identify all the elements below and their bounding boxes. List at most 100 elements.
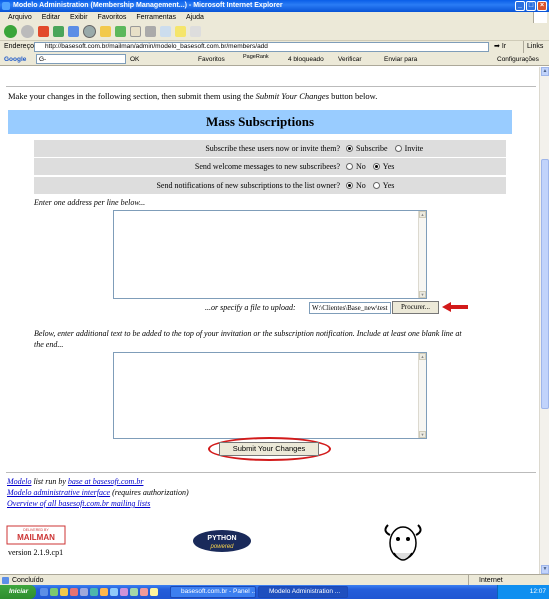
go-button[interactable]: ➡ Ir bbox=[494, 41, 506, 53]
quicklaunch-icon[interactable] bbox=[120, 588, 128, 596]
radio-label: Invite bbox=[404, 144, 424, 153]
go-label: Ir bbox=[501, 43, 507, 50]
invite-text-label-1: Below, enter additional text to be added… bbox=[34, 329, 462, 338]
quicklaunch-icon[interactable] bbox=[90, 588, 98, 596]
window-controls: _ □ × bbox=[515, 1, 547, 11]
overview-link[interactable]: Overview of all basesoft.com.br mailing … bbox=[7, 499, 150, 508]
forward-icon[interactable] bbox=[21, 25, 34, 38]
popup-blocked-button[interactable]: 4 bloqueado bbox=[288, 53, 324, 66]
menu-arquivo[interactable]: Arquivo bbox=[8, 12, 32, 23]
radio-label: Yes bbox=[382, 181, 395, 190]
textarea-scrollbar[interactable]: ▲ ▼ bbox=[418, 353, 426, 438]
quicklaunch-icon[interactable] bbox=[70, 588, 78, 596]
quicklaunch-icon[interactable] bbox=[60, 588, 68, 596]
quicklaunch-ie-icon[interactable] bbox=[40, 588, 48, 596]
radio-invite[interactable] bbox=[394, 145, 402, 152]
option-question: Send notifications of new subscriptions … bbox=[156, 181, 340, 190]
list-link[interactable]: Modelo bbox=[7, 477, 31, 486]
mailman-small-text: DELIVERED BY bbox=[23, 528, 49, 532]
scroll-thumb[interactable] bbox=[541, 159, 549, 409]
mailman-logo[interactable]: DELIVERED BY MAILMAN bbox=[6, 525, 66, 545]
option-row-welcome: Send welcome messages to new subscribees… bbox=[34, 158, 506, 175]
quicklaunch-icon[interactable] bbox=[130, 588, 138, 596]
textarea-scrollbar[interactable]: ▲ ▼ bbox=[418, 211, 426, 298]
google-search-input[interactable]: G- bbox=[36, 54, 126, 64]
search-icon[interactable] bbox=[83, 25, 96, 38]
page-done-icon bbox=[2, 577, 9, 584]
page-scrollbar[interactable]: ▲ ▼ bbox=[539, 67, 549, 574]
intro-text: Make your changes in the following secti… bbox=[8, 91, 377, 101]
scroll-up-button[interactable]: ▲ bbox=[541, 67, 549, 76]
owner-link[interactable]: base at basesoft.com.br bbox=[68, 477, 144, 486]
research-icon[interactable] bbox=[190, 26, 201, 37]
quicklaunch-icon[interactable] bbox=[150, 588, 158, 596]
radio-welcome-no[interactable] bbox=[346, 163, 353, 170]
submit-button[interactable]: Submit Your Changes bbox=[219, 442, 319, 456]
maximize-button[interactable]: □ bbox=[526, 1, 536, 11]
settings-button[interactable]: Configurações bbox=[497, 53, 539, 66]
admin-interface-link[interactable]: Modelo administrative interface bbox=[7, 488, 110, 497]
menu-ferramentas[interactable]: Ferramentas bbox=[136, 12, 176, 23]
home-icon[interactable] bbox=[68, 26, 79, 37]
print-icon[interactable] bbox=[145, 26, 156, 37]
radio-welcome-yes[interactable] bbox=[372, 163, 380, 170]
taskbar-item-panel[interactable]: basesoft.com.br - Panel ... bbox=[170, 586, 256, 598]
window-titlebar[interactable]: Modelo Administration (Membership Manage… bbox=[0, 0, 549, 12]
quicklaunch-icon[interactable] bbox=[80, 588, 88, 596]
radio-subscribe[interactable] bbox=[346, 145, 353, 152]
close-button[interactable]: × bbox=[537, 1, 547, 11]
radio-notify-no[interactable] bbox=[346, 182, 353, 189]
scroll-down-button[interactable]: ▼ bbox=[541, 565, 549, 574]
footer-admin-interface: Modelo administrative interface (require… bbox=[7, 488, 189, 497]
spellcheck-button[interactable]: Verificar bbox=[338, 53, 361, 66]
menu-editar[interactable]: Editar bbox=[42, 12, 60, 23]
ie-icon bbox=[2, 2, 10, 10]
browser-toolbar bbox=[0, 23, 549, 41]
option-row-notify: Send notifications of new subscriptions … bbox=[34, 177, 506, 194]
gnu-logo[interactable] bbox=[380, 517, 426, 569]
browse-button[interactable]: Procurer... bbox=[392, 301, 439, 314]
status-bar: Concluído Internet bbox=[0, 574, 549, 586]
start-button[interactable]: Iniciar bbox=[0, 585, 36, 599]
python-logo-text-1: PYTHON bbox=[207, 535, 236, 542]
radio-label: No bbox=[356, 162, 366, 171]
address-list-label: Enter one address per line below... bbox=[34, 198, 146, 207]
mail-icon[interactable] bbox=[130, 26, 141, 37]
google-logo: Google bbox=[4, 56, 27, 63]
option-question: Subscribe these users now or invite them… bbox=[205, 144, 340, 153]
quicklaunch-icon[interactable] bbox=[140, 588, 148, 596]
quicklaunch-icon[interactable] bbox=[100, 588, 108, 596]
favorites-button[interactable]: Favoritos bbox=[198, 53, 225, 66]
taskbar-item-modelo[interactable]: Modelo Administration ... bbox=[258, 586, 348, 598]
edit-icon[interactable] bbox=[160, 26, 171, 37]
refresh-icon[interactable] bbox=[53, 26, 64, 37]
history-icon[interactable] bbox=[115, 26, 126, 37]
version-text: version 2.1.9.cp1 bbox=[8, 548, 64, 557]
google-ok-button[interactable]: OK bbox=[130, 53, 139, 66]
radio-notify-yes[interactable] bbox=[372, 182, 380, 189]
clock[interactable]: 12:07 bbox=[530, 588, 546, 595]
links-button[interactable]: Links bbox=[523, 41, 543, 53]
pagerank-indicator: PageRank bbox=[243, 54, 269, 60]
send-to-button[interactable]: Enviar para bbox=[384, 53, 417, 66]
address-list-textarea[interactable]: ▲ ▼ bbox=[113, 210, 427, 299]
invite-text-textarea[interactable]: ▲ ▼ bbox=[113, 352, 427, 439]
quicklaunch-icon[interactable] bbox=[110, 588, 118, 596]
messenger-icon[interactable] bbox=[175, 26, 186, 37]
minimize-button[interactable]: _ bbox=[515, 1, 525, 11]
divider bbox=[6, 86, 536, 87]
quicklaunch-icon[interactable] bbox=[50, 588, 58, 596]
menu-exibir[interactable]: Exibir bbox=[70, 12, 88, 23]
menu-favoritos[interactable]: Favoritos bbox=[98, 12, 127, 23]
address-bar: Endereço http://basesoft.com.br/mailman/… bbox=[0, 41, 549, 53]
menu-ajuda[interactable]: Ajuda bbox=[186, 12, 204, 23]
radio-label: No bbox=[356, 181, 366, 190]
python-powered-logo[interactable]: PYTHON powered bbox=[192, 529, 252, 553]
footer-text: (requires authorization) bbox=[110, 488, 189, 497]
intro-before: Make your changes in the following secti… bbox=[8, 91, 256, 101]
favorites-icon[interactable] bbox=[100, 26, 111, 37]
file-upload-input[interactable]: W:\Clientes\Base_new\test bbox=[309, 302, 391, 314]
footer-list-run-by: Modelo list run by base at basesoft.com.… bbox=[7, 477, 143, 486]
stop-icon[interactable] bbox=[38, 26, 49, 37]
back-icon[interactable] bbox=[4, 25, 17, 38]
